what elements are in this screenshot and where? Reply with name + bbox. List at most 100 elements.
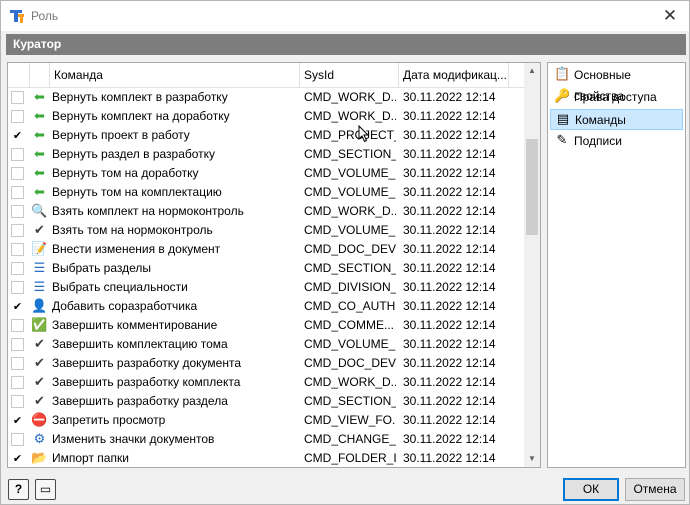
command-date: 30.11.2022 12:14: [403, 451, 496, 465]
command-sysid: CMD_VOLUME_...: [304, 166, 396, 180]
row-checkbox[interactable]: [11, 167, 24, 180]
command-name: Выбрать специальности: [52, 280, 188, 294]
comment-button[interactable]: ▭: [35, 479, 56, 500]
row-checkbox[interactable]: [11, 376, 24, 389]
column-header-sysid[interactable]: SysId: [300, 63, 399, 88]
command-date: 30.11.2022 12:14: [403, 147, 496, 161]
scroll-thumb[interactable]: [526, 139, 538, 235]
row-checkbox[interactable]: [11, 357, 24, 370]
document-edit-icon: 📝: [31, 242, 48, 257]
command-sysid: CMD_DOC_DEV...: [304, 242, 396, 256]
table-row[interactable]: ✔ ⛔ Запретить просмотр CMD_VIEW_FO... 30.11.…: [8, 411, 524, 430]
table-row[interactable]: ☰ Выбрать специальности CMD_DIVISION_... 30…: [8, 278, 524, 297]
table-row[interactable]: ✔ Завершить разработку комплекта CMD_WORK_…: [8, 373, 524, 392]
row-checkbox[interactable]: [11, 243, 24, 256]
green-arrow-left-icon: ⬅: [34, 147, 45, 162]
row-checkbox[interactable]: [11, 205, 24, 218]
table-row[interactable]: ✔ 👤 Добавить соразработчика CMD_CO_AUTH... 3…: [8, 297, 524, 316]
row-checkbox[interactable]: ✔: [11, 300, 24, 313]
table-row[interactable]: ⚙ Изменить значки документов CMD_CHANGE_..…: [8, 430, 524, 449]
cancel-button[interactable]: Отмена: [625, 478, 685, 501]
table-row[interactable]: ☰ Выбрать разделы CMD_SECTION_... 30.11.202…: [8, 259, 524, 278]
column-header-date[interactable]: Дата модификац...: [399, 63, 509, 88]
row-checkbox[interactable]: [11, 338, 24, 351]
command-name: Завершить комплектацию тома: [52, 337, 228, 351]
help-button[interactable]: ?: [8, 479, 29, 500]
row-checkbox[interactable]: [11, 281, 24, 294]
scroll-down-arrow[interactable]: ▼: [524, 451, 540, 467]
table-row[interactable]: 🔍 Взять комплект на нормоконтроль CMD_WORK…: [8, 202, 524, 221]
command-date: 30.11.2022 12:14: [403, 242, 496, 256]
table-row[interactable]: ✅ Завершить комментирование CMD_COMME... 30…: [8, 316, 524, 335]
row-checkbox[interactable]: ✔: [11, 452, 24, 465]
row-checkbox[interactable]: [11, 110, 24, 123]
nav-item-signature[interactable]: ✎ Подписи: [550, 131, 683, 152]
document-search-icon: 🔍: [31, 204, 48, 219]
table-row[interactable]: 📝 Внести изменения в документ CMD_DOC_DEV.…: [8, 240, 524, 259]
row-checkbox[interactable]: [11, 433, 24, 446]
table-row[interactable]: ✔ 📂 Импорт папки CMD_FOLDER_I... 30.11.2022 …: [8, 449, 524, 467]
command-name: Взять комплект на нормоконтроль: [52, 204, 244, 218]
nav-item-commands[interactable]: ▤ Команды: [550, 109, 683, 130]
command-date: 30.11.2022 12:14: [403, 280, 496, 294]
header-icon-column[interactable]: [30, 63, 50, 88]
table-row[interactable]: ✔ Завершить комплектацию тома CMD_VOLUME_.…: [8, 335, 524, 354]
user-icon: 👤: [31, 299, 48, 314]
table-row[interactable]: ✔ Взять том на нормоконтроль CMD_VOLUME_..…: [8, 221, 524, 240]
nav-item-access-rights[interactable]: 🔑 Права доступа: [550, 87, 683, 108]
list-tree-icon: ☰: [33, 280, 46, 295]
table-row[interactable]: ⬅ Вернуть комплект на доработку CMD_WORK_D…: [8, 107, 524, 126]
table-row[interactable]: ⬅ Вернуть раздел в разработку CMD_SECTION_…: [8, 145, 524, 164]
mouse-cursor-icon: [358, 125, 370, 143]
command-name: Внести изменения в документ: [52, 242, 221, 256]
command-sysid: CMD_DIVISION_...: [304, 280, 396, 294]
header-check-column[interactable]: [8, 63, 30, 88]
close-button[interactable]: ✕: [655, 3, 685, 29]
green-arrow-left-icon: ⬅: [34, 90, 45, 105]
user-forbidden-icon: ⛔: [31, 413, 48, 428]
scroll-up-arrow[interactable]: ▲: [524, 63, 540, 79]
table-row[interactable]: ✔ ⬅ Вернуть проект в работу CMD_PROJECT_...…: [8, 126, 524, 145]
command-sysid: CMD_WORK_D...: [304, 90, 396, 104]
command-sysid: CMD_SECTION_...: [304, 261, 396, 275]
row-checkbox[interactable]: [11, 262, 24, 275]
table-row[interactable]: ✔ Завершить разработку документа CMD_DOC_D…: [8, 354, 524, 373]
command-date: 30.11.2022 12:14: [403, 261, 496, 275]
row-checkbox[interactable]: ✔: [11, 129, 24, 142]
command-sysid: CMD_VIEW_FO...: [304, 413, 396, 427]
command-date: 30.11.2022 12:14: [403, 375, 496, 389]
table-body: ⬅ Вернуть комплект в разработку CMD_WORK_D…: [8, 88, 524, 467]
table-row[interactable]: ⬅ Вернуть том на комплектацию CMD_VOLUME_.…: [8, 183, 524, 202]
command-date: 30.11.2022 12:14: [403, 318, 496, 332]
command-sysid: CMD_CHANGE_...: [304, 432, 396, 446]
row-checkbox[interactable]: [11, 148, 24, 161]
column-header-command[interactable]: Команда: [50, 63, 300, 88]
row-checkbox[interactable]: [11, 224, 24, 237]
green-arrow-left-icon: ⬅: [34, 166, 45, 181]
row-checkbox[interactable]: [11, 395, 24, 408]
vertical-scrollbar[interactable]: ▲ ▼: [524, 63, 540, 467]
command-date: 30.11.2022 12:14: [403, 204, 496, 218]
command-sysid: CMD_SECTION_...: [304, 147, 396, 161]
command-name: Взять том на нормоконтроль: [52, 223, 213, 237]
table-row[interactable]: ✔ Завершить разработку раздела CMD_SECTION…: [8, 392, 524, 411]
access-rights-icon: 🔑: [554, 89, 571, 104]
command-sysid: CMD_WORK_D...: [304, 204, 396, 218]
checkmark-icon: ✔: [34, 356, 45, 371]
green-arrow-left-icon: ⬅: [34, 128, 45, 143]
ok-button[interactable]: ОК: [563, 478, 619, 501]
command-name: Вернуть комплект на доработку: [52, 109, 230, 123]
row-checkbox[interactable]: ✔: [11, 414, 24, 427]
command-date: 30.11.2022 12:14: [403, 432, 496, 446]
row-checkbox[interactable]: [11, 319, 24, 332]
table-row[interactable]: ⬅ Вернуть комплект в разработку CMD_WORK_D…: [8, 88, 524, 107]
command-name: Вернуть раздел в разработку: [52, 147, 216, 161]
nav-item-properties[interactable]: 📋 Основные свойства: [550, 65, 683, 103]
row-checkbox[interactable]: [11, 91, 24, 104]
command-sysid: CMD_VOLUME_...: [304, 337, 396, 351]
command-date: 30.11.2022 12:14: [403, 90, 496, 104]
command-sysid: CMD_COMME...: [304, 318, 394, 332]
row-checkbox[interactable]: [11, 186, 24, 199]
table-row[interactable]: ⬅ Вернуть том на доработку CMD_VOLUME_... 3…: [8, 164, 524, 183]
command-date: 30.11.2022 12:14: [403, 356, 496, 370]
